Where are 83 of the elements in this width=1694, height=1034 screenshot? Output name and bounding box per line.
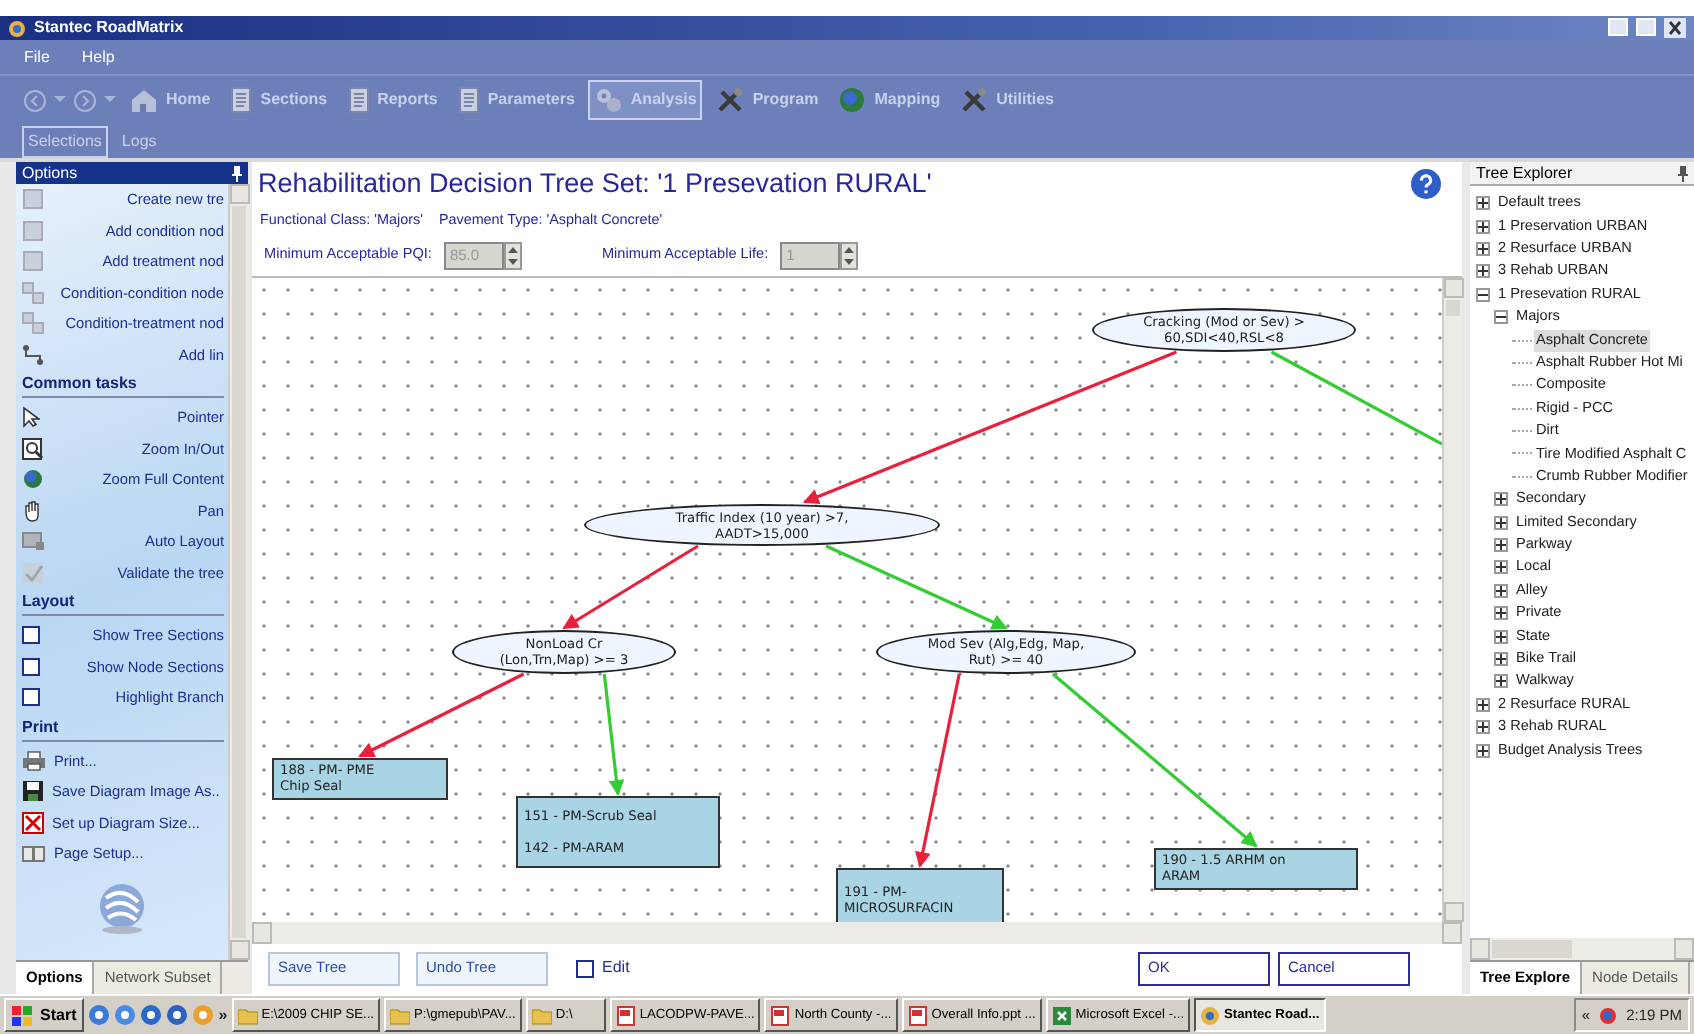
node-icon [22,250,44,273]
expand-toggle[interactable] [1494,652,1508,666]
checkbox[interactable] [22,626,40,645]
expand-toggle[interactable] [1494,310,1508,325]
link-icon [22,343,44,366]
folder-icon [531,1005,552,1025]
document-icon [770,1005,791,1025]
expand-toggle[interactable] [1494,515,1508,530]
expand-toggle[interactable] [1476,241,1490,256]
horizontal-scrollbar[interactable] [252,922,1462,944]
globe-icon [22,468,44,491]
node-pair-icon [22,312,44,335]
page-heading: Rehabilitation Decision Tree Set: '1 Presevation RURAL' [256,166,934,202]
app-icon [8,19,26,37]
gears-icon [594,86,623,114]
node-icon [22,219,44,242]
node-icon [22,188,44,211]
checkbox[interactable] [22,688,40,707]
folder-icon [390,1005,411,1025]
section-heading: Common tasks [22,370,224,398]
spinner-arrows[interactable] [840,241,859,269]
quick-launch-icon[interactable] [88,1004,111,1026]
spreadsheet-icon [1051,1005,1072,1025]
horizontal-scrollbar[interactable] [1470,938,1694,960]
document-icon [230,86,253,114]
quick-launch-icon[interactable] [114,1004,137,1026]
spinner-arrows[interactable] [503,241,522,269]
window-title: Stantec RoadMatrix [34,16,184,40]
overflow-chevron[interactable]: » [218,1003,228,1027]
expand-toggle[interactable] [1476,196,1490,211]
zoom-icon [22,437,44,460]
help-icon[interactable] [1410,168,1442,200]
quick-launch-icon[interactable] [166,1004,189,1026]
vertical-scrollbar[interactable] [228,184,248,960]
pin-icon[interactable] [1678,165,1688,181]
section-heading: Layout [22,588,224,616]
expand-toggle[interactable] [1476,697,1490,712]
menu-item[interactable]: File [24,45,50,69]
start-button[interactable]: Start [4,998,85,1032]
checkbox[interactable] [576,959,594,977]
hand-icon [22,499,44,522]
check-icon [22,561,44,584]
expand-toggle[interactable] [1476,743,1490,758]
tools-icon [716,86,745,114]
expand-toggle[interactable] [1476,720,1490,735]
expand-toggle[interactable] [1494,606,1508,621]
expand-toggle[interactable] [1476,287,1490,302]
quick-launch-icon[interactable] [140,1004,163,1026]
pointer-icon [22,406,40,429]
expand-toggle[interactable] [1494,560,1508,575]
document-icon [615,1005,636,1025]
network-icon [1598,1005,1619,1025]
tools-icon [960,86,989,114]
floppy-icon [22,780,44,803]
checkbox-label: Edit [602,956,630,980]
expand-toggle[interactable] [1494,492,1508,507]
vertical-scrollbar[interactable] [1442,278,1462,922]
expand-toggle[interactable] [1494,583,1508,598]
expand-toggle[interactable] [1476,264,1490,279]
printer-icon [22,749,46,772]
panel-title: Options [22,161,78,185]
pages-icon [22,843,46,864]
node-pair-icon [22,281,44,304]
expand-toggle[interactable] [1494,629,1508,644]
panel-title: Tree Explorer [1476,161,1573,185]
document-icon [907,1005,928,1025]
globe-icon [838,86,867,114]
menu-item[interactable]: Help [81,45,115,69]
house-icon [130,88,158,112]
section-heading: Print [22,713,224,741]
expand-toggle[interactable] [1476,219,1490,234]
logo-icon [98,881,146,933]
windows-flag-icon [12,1005,32,1025]
expand-toggle[interactable] [1494,674,1508,689]
document-icon [457,86,480,114]
document-icon [347,86,370,114]
layout-icon [22,530,44,553]
pin-icon[interactable] [232,165,242,181]
folder-icon [237,1005,258,1025]
close-button[interactable] [1664,18,1686,38]
checkbox[interactable] [22,657,40,676]
app-icon [1200,1005,1221,1025]
expand-toggle[interactable] [1494,538,1508,553]
